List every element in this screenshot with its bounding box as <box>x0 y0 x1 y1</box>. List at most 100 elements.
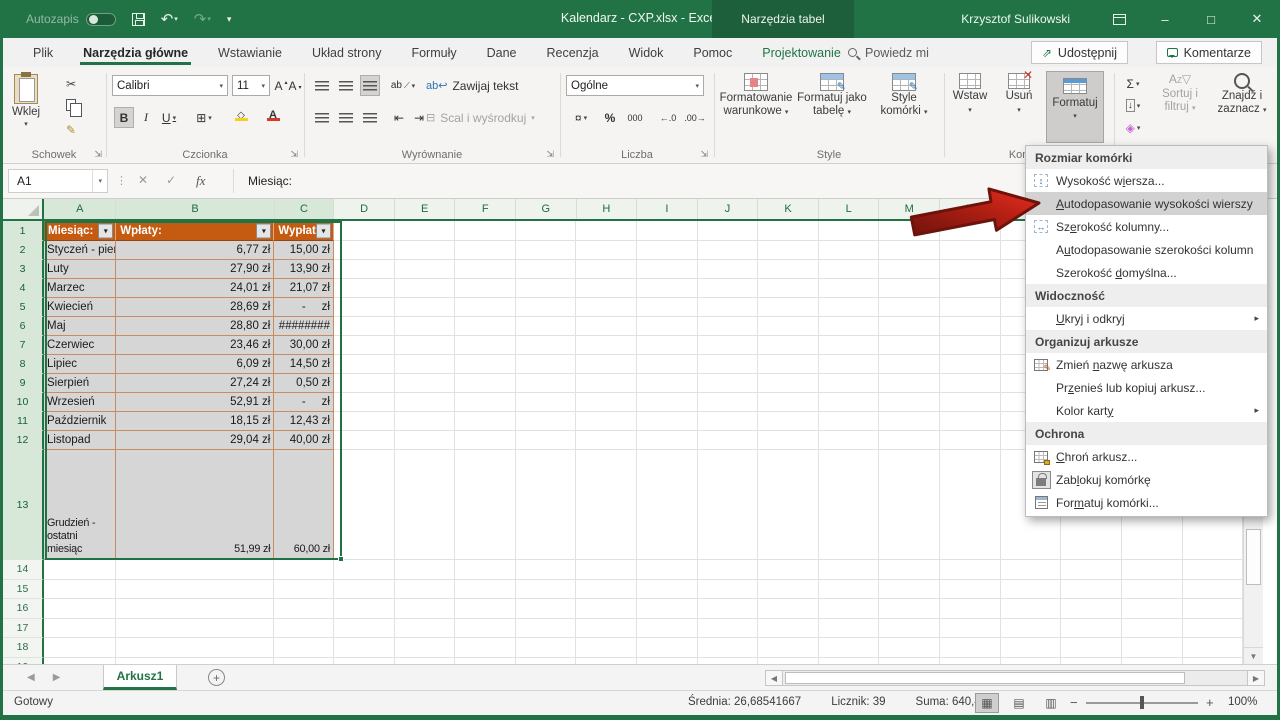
cell-p17[interactable] <box>1061 619 1122 639</box>
cell-j6[interactable] <box>698 317 759 336</box>
horizontal-scrollbar-thumb[interactable] <box>785 672 1185 684</box>
column-header-j[interactable]: J <box>698 199 759 219</box>
merge-center-button[interactable]: ⊟Scal i wyśrodkuj▾ <box>426 107 556 128</box>
cell-n15[interactable] <box>940 580 1001 600</box>
align-middle-button[interactable] <box>336 75 356 96</box>
menu-item-formatuj-komorki[interactable]: Formatuj komórki... <box>1026 491 1267 514</box>
format-painter-button[interactable]: ✎ <box>66 123 76 137</box>
cell-f3[interactable] <box>455 260 516 279</box>
cell-q17[interactable] <box>1122 619 1183 639</box>
cell-e18[interactable] <box>395 638 456 658</box>
cancel-formula-button[interactable]: ✕ <box>138 173 148 187</box>
cut-button[interactable]: ✂ <box>66 77 76 91</box>
cell-m17[interactable] <box>879 619 940 639</box>
cell-c14[interactable] <box>274 560 334 580</box>
cell-b14[interactable] <box>116 560 274 580</box>
column-header-l[interactable]: L <box>819 199 880 219</box>
tab-uk-ad-strony[interactable]: Układ strony <box>297 38 396 67</box>
cell-j10[interactable] <box>698 393 759 412</box>
cell-g9[interactable] <box>516 374 577 393</box>
cell-e3[interactable] <box>395 260 456 279</box>
cell-e4[interactable] <box>395 279 456 298</box>
cell-d10[interactable] <box>334 393 395 412</box>
column-header-a[interactable]: A <box>44 199 116 219</box>
cell-f6[interactable] <box>455 317 516 336</box>
cell-c6[interactable]: ######## <box>274 317 334 336</box>
cell-n5[interactable] <box>940 298 1001 317</box>
new-sheet-button[interactable]: + <box>208 669 225 686</box>
cell-a11[interactable]: Październik <box>44 412 116 431</box>
cell-g12[interactable] <box>516 431 577 450</box>
cell-f4[interactable] <box>455 279 516 298</box>
decrease-indent-button[interactable]: ⇤ <box>390 107 408 128</box>
cell-c16[interactable] <box>274 599 334 619</box>
cell-i6[interactable] <box>637 317 698 336</box>
cell-d7[interactable] <box>334 336 395 355</box>
scroll-right-button[interactable]: ▶ <box>1247 670 1265 686</box>
cell-b2[interactable]: 6,77 zł <box>116 241 274 260</box>
cell-i4[interactable] <box>637 279 698 298</box>
cell-f14[interactable] <box>455 560 516 580</box>
cell-k4[interactable] <box>758 279 819 298</box>
cell-styles-button[interactable]: ✎ Stylekomórki ▾ <box>870 73 938 119</box>
cell-b3[interactable]: 27,90 zł <box>116 260 274 279</box>
cell-j4[interactable] <box>698 279 759 298</box>
enter-formula-button[interactable]: ✓ <box>166 173 176 187</box>
cell-a4[interactable]: Marzec <box>44 279 116 298</box>
cell-k2[interactable] <box>758 241 819 260</box>
cell-j13[interactable] <box>698 450 759 560</box>
row-header-15[interactable]: 15 <box>3 580 44 600</box>
cell-n18[interactable] <box>940 638 1001 658</box>
cell-m5[interactable] <box>879 298 940 317</box>
cell-h9[interactable] <box>576 374 637 393</box>
tab-wstawianie[interactable]: Wstawianie <box>203 38 297 67</box>
column-header-b[interactable]: B <box>116 199 274 219</box>
cell-l6[interactable] <box>819 317 880 336</box>
paste-button[interactable]: Wklej ▾ <box>12 74 40 128</box>
cell-i5[interactable] <box>637 298 698 317</box>
cell-k3[interactable] <box>758 260 819 279</box>
cell-k14[interactable] <box>758 560 819 580</box>
cell-n1[interactable] <box>940 221 1001 241</box>
cell-j2[interactable] <box>698 241 759 260</box>
column-header-n[interactable]: N <box>940 199 1001 219</box>
comma-style-button[interactable]: 000 <box>622 107 648 128</box>
menu-item-chron-arkusz[interactable]: Chroń arkusz... <box>1026 445 1267 468</box>
cell-h15[interactable] <box>576 580 637 600</box>
cell-g8[interactable] <box>516 355 577 374</box>
cell-l11[interactable] <box>819 412 880 431</box>
cell-a17[interactable] <box>44 619 116 639</box>
cell-i17[interactable] <box>637 619 698 639</box>
cell-h18[interactable] <box>576 638 637 658</box>
scroll-down-button[interactable]: ▼ <box>1244 647 1263 664</box>
number-dialog-launcher[interactable]: ⇲ <box>700 149 708 160</box>
tab-narzedzia-g-owne[interactable]: Narzędzia główne <box>68 38 203 67</box>
cell-d9[interactable] <box>334 374 395 393</box>
cell-h12[interactable] <box>576 431 637 450</box>
cell-b12[interactable]: 29,04 zł <box>116 431 274 450</box>
cell-a6[interactable]: Maj <box>44 317 116 336</box>
row-header-1[interactable]: 1 <box>3 221 44 241</box>
align-center-button[interactable] <box>336 107 356 128</box>
autosave-toggle[interactable] <box>86 13 116 26</box>
cell-b11[interactable]: 18,15 zł <box>116 412 274 431</box>
cell-k13[interactable] <box>758 450 819 560</box>
select-all-corner[interactable] <box>3 199 44 219</box>
cell-b1[interactable]: Wpłaty:▾ <box>116 221 274 241</box>
menu-item-szerokosc-kolumny[interactable]: ↔Szerokość kolumny... <box>1026 215 1267 238</box>
decrease-decimal-button[interactable]: .00→ <box>682 107 708 128</box>
cell-q15[interactable] <box>1122 580 1183 600</box>
cell-q16[interactable] <box>1122 599 1183 619</box>
cell-c8[interactable]: 14,50 zł <box>274 355 334 374</box>
cell-h4[interactable] <box>576 279 637 298</box>
cell-g4[interactable] <box>516 279 577 298</box>
wrap-text-button[interactable]: ab↩Zawijaj tekst <box>426 75 546 96</box>
cell-i16[interactable] <box>637 599 698 619</box>
cell-l13[interactable] <box>819 450 880 560</box>
number-format-combo[interactable]: Ogólne▾ <box>566 75 704 96</box>
cell-m7[interactable] <box>879 336 940 355</box>
cell-d14[interactable] <box>334 560 395 580</box>
cell-i8[interactable] <box>637 355 698 374</box>
cell-m14[interactable] <box>879 560 940 580</box>
cell-l1[interactable] <box>819 221 880 241</box>
